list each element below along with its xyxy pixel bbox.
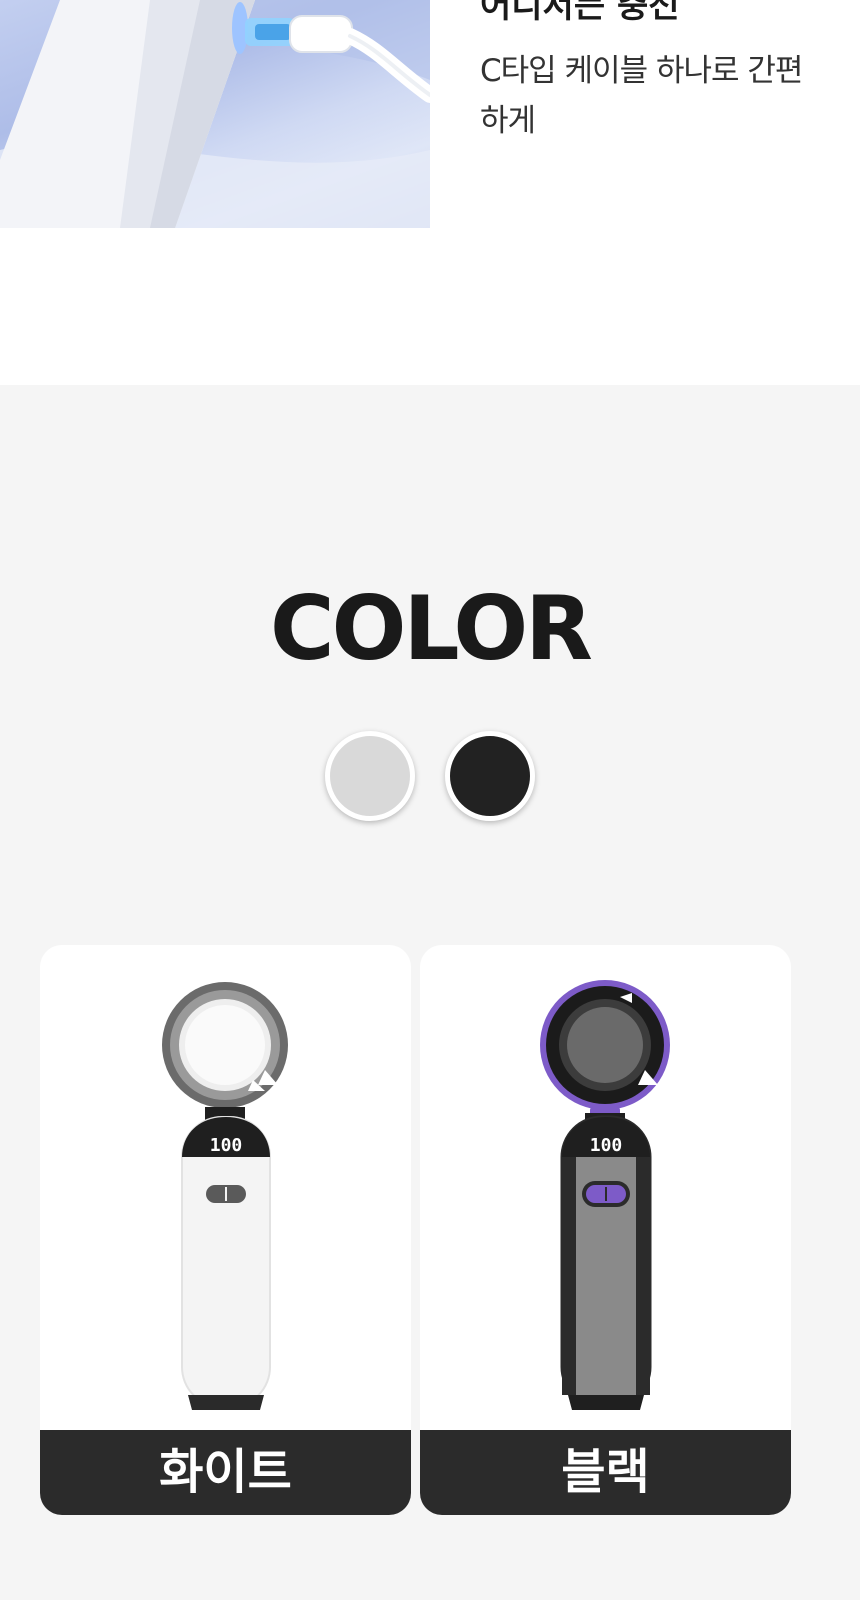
product-label-white: 화이트 (40, 1430, 411, 1515)
product-card-white[interactable]: 100 화이트 (40, 945, 411, 1515)
charging-section: 어디서든 충전 C타입 케이블 하나로 간편하게 (0, 0, 860, 385)
product-card-black[interactable]: 100 블랙 (420, 945, 791, 1515)
swatch-white[interactable] (325, 731, 415, 821)
color-section: COLOR 100 화이트 100 블랙 (0, 385, 860, 1600)
usb-c-charging-photo (0, 0, 430, 228)
swatch-black[interactable] (445, 731, 535, 821)
black-fan-image (540, 980, 670, 1410)
usb-c-cable-illustration (0, 0, 430, 228)
white-fan-image (162, 982, 288, 1410)
charging-heading: 어디서든 충전 (480, 0, 680, 26)
charging-description: C타입 케이블 하나로 간편하게 (480, 53, 803, 139)
product-label-black: 블랙 (420, 1430, 791, 1515)
color-title: COLOR (270, 577, 593, 680)
